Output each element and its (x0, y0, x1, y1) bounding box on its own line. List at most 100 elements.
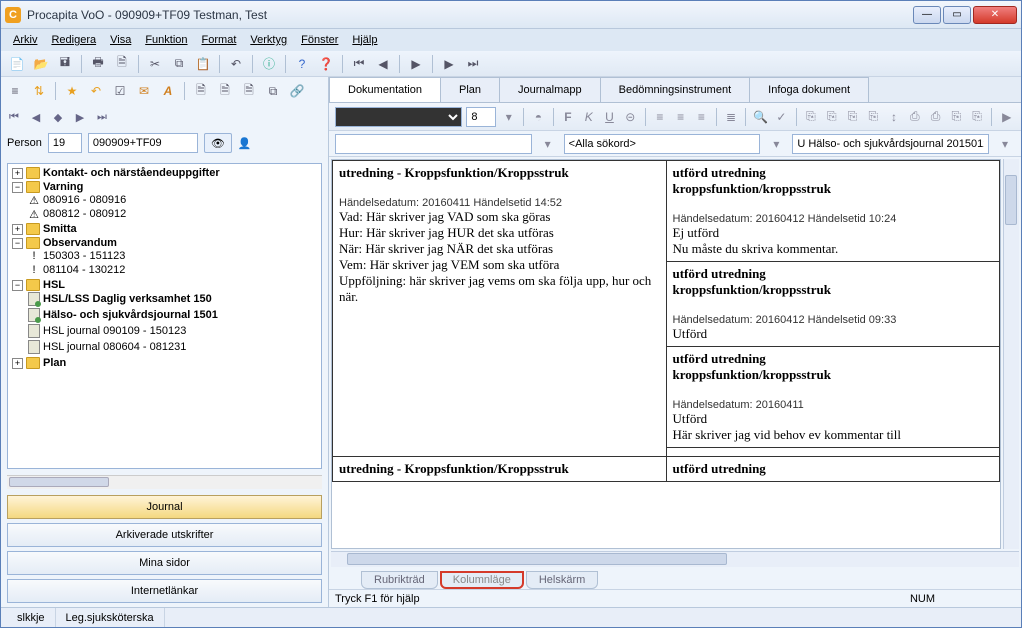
new-icon[interactable]: 📄 (7, 54, 27, 74)
align-left-icon[interactable]: ≡ (651, 107, 668, 127)
strike-icon[interactable]: ⊝ (622, 107, 639, 127)
page3-icon[interactable]: 🗎 (239, 81, 259, 101)
tab-dokumentation[interactable]: Dokumentation (329, 77, 441, 102)
tool4-icon[interactable]: ⎘ (865, 107, 882, 127)
tab-bedomning[interactable]: Bedömningsinstrument (600, 77, 751, 102)
tree-item[interactable]: !150303 - 151123 (28, 250, 321, 262)
spell-icon[interactable]: ✓ (773, 107, 790, 127)
vscrollbar[interactable] (1003, 159, 1019, 549)
print-icon[interactable]: 🖶 (88, 54, 108, 74)
maximize-button[interactable]: ▭ (943, 6, 971, 24)
tree-item[interactable]: ⚠080916 - 080916 (28, 194, 321, 206)
a-icon[interactable]: A (158, 81, 178, 101)
undo2-icon[interactable]: ↶ (86, 81, 106, 101)
nav-prev-icon[interactable]: ◀ (27, 109, 45, 125)
tree-item[interactable]: !081104 - 130212 (28, 264, 321, 276)
tool5-icon[interactable]: ↕ (886, 107, 903, 127)
group-icon[interactable]: ⧉ (263, 81, 283, 101)
sort-icon[interactable]: ⇅ (29, 81, 49, 101)
bold-icon[interactable]: F (560, 107, 577, 127)
document-area[interactable]: utredning - Kroppsfunktion/Kroppsstruk H… (331, 159, 1001, 549)
play-icon[interactable]: ▶ (998, 107, 1015, 127)
align-center-icon[interactable]: ≡ (672, 107, 689, 127)
first-icon[interactable]: ⏮ (349, 54, 369, 74)
dropdown-icon[interactable]: ▾ (766, 134, 786, 154)
paste-icon[interactable]: 📋 (193, 54, 213, 74)
tree-item[interactable]: Hälso- och sjukvårdsjournal 1501 (28, 308, 321, 322)
underline-icon[interactable]: U (601, 107, 618, 127)
tree-node-observandum[interactable]: −Observandum (12, 237, 321, 249)
nav-last-icon[interactable]: ⏭ (93, 109, 111, 125)
menu-verktyg[interactable]: Verktyg (244, 32, 293, 48)
menu-arkiv[interactable]: Arkiv (7, 32, 43, 48)
mina-sidor-button[interactable]: Mina sidor (7, 551, 322, 575)
star-icon[interactable]: ★ (62, 81, 82, 101)
open-icon[interactable]: 📂 (31, 54, 51, 74)
page2-icon[interactable]: 🗎 (215, 81, 235, 101)
menu-format[interactable]: Format (196, 32, 243, 48)
tab-infoga[interactable]: Infoga dokument (749, 77, 869, 102)
fontsize-input[interactable] (466, 107, 496, 127)
nav-next-icon[interactable]: ▶ (71, 109, 89, 125)
tree-hscrollbar[interactable] (7, 475, 322, 489)
arkiverade-button[interactable]: Arkiverade utskrifter (7, 523, 322, 547)
tool1-icon[interactable]: ⎘ (803, 107, 820, 127)
person-id-input[interactable] (48, 133, 82, 153)
nav-first-icon[interactable]: ⏮ (5, 109, 23, 125)
tool7-icon[interactable]: ⎙ (927, 107, 944, 127)
preview-icon[interactable]: 🗎 (112, 54, 132, 74)
view-helskarm[interactable]: Helskärm (526, 571, 598, 589)
dropdown-icon[interactable]: ▾ (538, 134, 558, 154)
whatsthis-icon[interactable]: ❓ (316, 54, 336, 74)
filter3-input[interactable] (792, 134, 989, 154)
link-icon[interactable]: 🔗 (287, 81, 307, 101)
undo-icon[interactable]: ↶ (226, 54, 246, 74)
tool6-icon[interactable]: ⎙ (906, 107, 923, 127)
dropdown-icon[interactable]: ▾ (995, 134, 1015, 154)
check-icon[interactable]: ☑ (110, 81, 130, 101)
tree-node-smitta[interactable]: +Smitta (12, 223, 321, 235)
tree-node-varning[interactable]: −Varning (12, 181, 321, 193)
tool3-icon[interactable]: ⎘ (844, 107, 861, 127)
last-icon[interactable]: ⏭ (463, 54, 483, 74)
menu-funktion[interactable]: Funktion (139, 32, 193, 48)
fwd-icon[interactable]: ▶ (439, 54, 459, 74)
copy-icon[interactable]: ⧉ (169, 54, 189, 74)
page1-icon[interactable]: 🗎 (191, 81, 211, 101)
prev-icon[interactable]: ◀ (373, 54, 393, 74)
tree-node-plan[interactable]: +Plan (12, 357, 321, 369)
tree-item[interactable]: HSL journal 090109 - 150123 (28, 324, 321, 338)
save-icon[interactable]: 🖬 (55, 54, 75, 74)
internet-button[interactable]: Internetlänkar (7, 579, 322, 603)
style-select[interactable] (335, 107, 462, 127)
close-button[interactable]: ✕ (973, 6, 1017, 24)
tool9-icon[interactable]: ⎘ (969, 107, 986, 127)
tree-view[interactable]: +Kontakt- och närståendeuppgifter −Varni… (7, 163, 322, 469)
menu-fonster[interactable]: Fönster (295, 32, 344, 48)
tree-item[interactable]: ⚠080812 - 080912 (28, 208, 321, 220)
menu-hjalp[interactable]: Hjälp (346, 32, 383, 48)
tree-item[interactable]: HSL/LSS Daglig verksamhet 150 (28, 292, 321, 306)
journal-button[interactable]: Journal (7, 495, 322, 519)
color-icon[interactable]: ◓ (530, 107, 547, 127)
person-code-input[interactable] (88, 133, 198, 153)
view-rubriktrad[interactable]: Rubrikträd (361, 571, 438, 589)
italic-icon[interactable]: K (580, 107, 597, 127)
nav-diamond-icon[interactable]: ◆ (49, 109, 67, 125)
fontsize-dropdown-icon[interactable]: ▾ (500, 107, 517, 127)
help-icon[interactable]: ? (292, 54, 312, 74)
minimize-button[interactable]: — (913, 6, 941, 24)
list-icon[interactable]: ≣ (723, 107, 740, 127)
tool8-icon[interactable]: ⎘ (948, 107, 965, 127)
tree-node-kontakt[interactable]: +Kontakt- och närståendeuppgifter (12, 167, 321, 179)
view-person-button[interactable]: 👁 (204, 133, 232, 153)
info-icon[interactable]: ⓘ (259, 54, 279, 74)
view-kolumnlage[interactable]: Kolumnläge (440, 571, 524, 589)
find-icon[interactable]: 🔍 (752, 107, 769, 127)
cut-icon[interactable]: ✂ (145, 54, 165, 74)
tree-toggle-icon[interactable]: ≡ (5, 81, 25, 101)
hscrollbar[interactable] (331, 551, 1019, 567)
align-right-icon[interactable]: ≡ (693, 107, 710, 127)
tree-item[interactable]: HSL journal 080604 - 081231 (28, 340, 321, 354)
menu-redigera[interactable]: Redigera (45, 32, 102, 48)
